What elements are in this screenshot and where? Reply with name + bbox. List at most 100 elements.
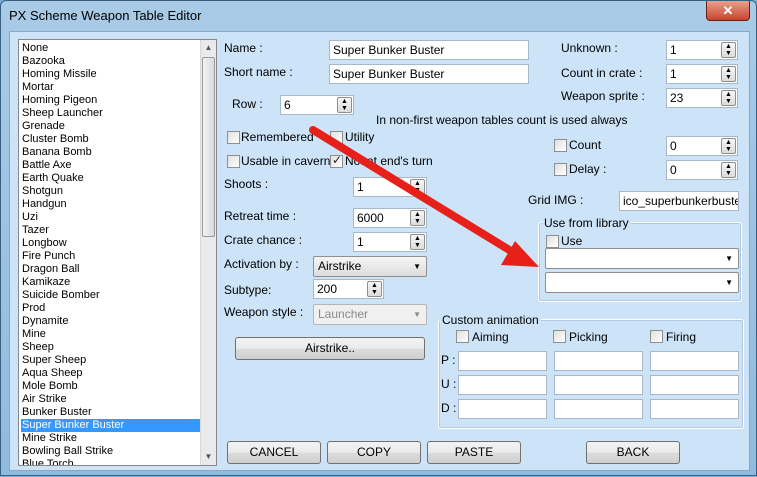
weapon-list-item[interactable]: Kamikaze	[21, 276, 201, 289]
count-checkbox[interactable]	[554, 139, 567, 152]
chevron-down-icon: ▼	[413, 310, 421, 319]
weapon-list-item[interactable]: Shotgun	[21, 185, 201, 198]
retreat-label: Retreat time :	[224, 209, 297, 223]
usable-cavern-checkbox[interactable]	[227, 155, 240, 168]
firing-label: Firing	[666, 330, 697, 344]
weapon-list-item[interactable]: Homing Missile	[21, 68, 201, 81]
weapon-list-item[interactable]: Dragon Ball	[21, 263, 201, 276]
airstrike-button[interactable]: Airstrike..	[235, 337, 425, 360]
count-spin-icon[interactable]: ▲ ▼	[721, 138, 736, 154]
not-end-turn-checkbox[interactable]	[330, 153, 343, 168]
firing-checkbox[interactable]	[650, 330, 663, 343]
scroll-thumb[interactable]	[202, 57, 215, 237]
weapon-list-item[interactable]: Longbow	[21, 237, 201, 250]
picking-u-input[interactable]	[554, 375, 643, 395]
count-spinner[interactable]: 0 ▲ ▼	[666, 136, 738, 156]
weapon-list-item[interactable]: Mortar	[21, 81, 201, 94]
weapon-list-item[interactable]: Mole Bomb	[21, 380, 201, 393]
picking-d-input[interactable]	[554, 399, 643, 419]
paste-button[interactable]: PASTE	[427, 441, 521, 464]
count-in-crate-spinner[interactable]: 1 ▲ ▼	[666, 64, 738, 84]
library-dropdown-2[interactable]: ▼	[545, 272, 739, 293]
retreat-spinner[interactable]: 6000 ▲ ▼	[353, 208, 427, 228]
subtype-spinner[interactable]: 200 ▲ ▼	[313, 279, 384, 299]
weapon-style-dropdown[interactable]: Launcher ▼	[313, 304, 427, 325]
weapon-list-item[interactable]: Handgun	[21, 198, 201, 211]
crate-chance-spinner[interactable]: 1 ▲ ▼	[353, 232, 427, 252]
weapon-list-item[interactable]: Prod	[21, 302, 201, 315]
unknown-spinner[interactable]: 1 ▲ ▼	[666, 40, 738, 60]
name-input[interactable]: Super Bunker Buster	[329, 40, 529, 60]
weapon-list-item[interactable]: Grenade	[21, 120, 201, 133]
weapon-list-item[interactable]: Cluster Bomb	[21, 133, 201, 146]
library-use-checkbox[interactable]	[546, 235, 559, 248]
weapon-list-item[interactable]: None	[21, 42, 201, 55]
count-value: 0	[670, 139, 677, 153]
shoots-spinner[interactable]: 1 ▲ ▼	[353, 177, 427, 197]
weapon-list-item[interactable]: Tazer	[21, 224, 201, 237]
delay-spin-icon[interactable]: ▲ ▼	[721, 162, 736, 178]
count-in-crate-label: Count in crate :	[561, 66, 643, 80]
picking-checkbox[interactable]	[553, 330, 566, 343]
delay-spinner[interactable]: 0 ▲ ▼	[666, 160, 738, 180]
weapon-list-item[interactable]: Super Sheep	[21, 354, 201, 367]
weapon-list-item[interactable]: Homing Pigeon	[21, 94, 201, 107]
weapon-list-item[interactable]: Suicide Bomber	[21, 289, 201, 302]
firing-p-input[interactable]	[650, 351, 739, 371]
weapon-list-item[interactable]: Mine Strike	[21, 432, 201, 445]
weapon-list-item[interactable]: Banana Bomb	[21, 146, 201, 159]
weapon-list-item[interactable]: Earth Quake	[21, 172, 201, 185]
delay-checkbox[interactable]	[554, 163, 567, 176]
weapon-list-item[interactable]: Mine	[21, 328, 201, 341]
back-button[interactable]: BACK	[586, 441, 680, 464]
aiming-label: Aiming	[472, 330, 509, 344]
copy-button[interactable]: COPY	[327, 441, 421, 464]
grid-img-input[interactable]: ico_superbunkerbuster.p	[619, 191, 739, 211]
weapon-list-item[interactable]: Bazooka	[21, 55, 201, 68]
weapon-list-item[interactable]: Sheep	[21, 341, 201, 354]
count-in-crate-spin-icon[interactable]: ▲ ▼	[721, 66, 736, 82]
row-spin-icon[interactable]: ▲ ▼	[337, 97, 352, 113]
weapon-list-item[interactable]: Super Bunker Buster	[21, 419, 201, 432]
weapon-sprite-spinner[interactable]: 23 ▲ ▼	[666, 88, 738, 108]
subtype-spin-icon[interactable]: ▲ ▼	[367, 281, 382, 297]
crate-chance-label: Crate chance :	[224, 233, 303, 247]
aiming-p-input[interactable]	[458, 351, 547, 371]
remembered-checkbox[interactable]	[227, 131, 240, 144]
list-scrollbar[interactable]: ▲ ▼	[200, 40, 216, 465]
activation-dropdown[interactable]: Airstrike ▼	[313, 256, 427, 277]
shoots-spin-icon[interactable]: ▲ ▼	[410, 179, 425, 195]
crate-spin-icon[interactable]: ▲ ▼	[410, 234, 425, 250]
sprite-spin-icon[interactable]: ▲ ▼	[721, 90, 736, 106]
short-name-input[interactable]: Super Bunker Buster	[329, 64, 529, 84]
scroll-down-icon[interactable]: ▼	[201, 449, 216, 465]
retreat-spin-icon[interactable]: ▲ ▼	[410, 210, 425, 226]
firing-u-input[interactable]	[650, 375, 739, 395]
weapon-list-item[interactable]: Fire Punch	[21, 250, 201, 263]
aiming-d-input[interactable]	[458, 399, 547, 419]
weapon-list-item[interactable]: Dynamite	[21, 315, 201, 328]
weapon-listbox[interactable]: None Bazooka Homing Missile Mortar Homing Pi…	[18, 39, 217, 466]
row-spinner[interactable]: 6 ▲ ▼	[280, 95, 354, 115]
cancel-button[interactable]: CANCEL	[227, 441, 321, 464]
weapon-list-item[interactable]: Uzi	[21, 211, 201, 224]
aiming-u-input[interactable]	[458, 375, 547, 395]
weapon-list-item[interactable]: Bowling Ball Strike	[21, 445, 201, 458]
aiming-checkbox[interactable]	[456, 330, 469, 343]
weapon-list-item[interactable]: Aqua Sheep	[21, 367, 201, 380]
utility-checkbox[interactable]	[330, 131, 343, 144]
close-button[interactable]: ✕	[706, 1, 750, 21]
activation-label: Activation by :	[224, 257, 299, 271]
weapon-list-item[interactable]: Blue Torch	[21, 458, 201, 465]
library-dropdown-1[interactable]: ▼	[545, 248, 739, 269]
weapon-list-item[interactable]: Air Strike	[21, 393, 201, 406]
picking-p-input[interactable]	[554, 351, 643, 371]
unknown-spin-icon[interactable]: ▲ ▼	[721, 42, 736, 58]
scroll-up-icon[interactable]: ▲	[201, 40, 216, 56]
weapon-list-item[interactable]: Bunker Buster	[21, 406, 201, 419]
weapon-list-item[interactable]: Sheep Launcher	[21, 107, 201, 120]
weapon-list-item[interactable]: Battle Axe	[21, 159, 201, 172]
firing-d-input[interactable]	[650, 399, 739, 419]
count-label: Count	[569, 138, 602, 152]
retreat-value: 6000	[357, 211, 384, 225]
